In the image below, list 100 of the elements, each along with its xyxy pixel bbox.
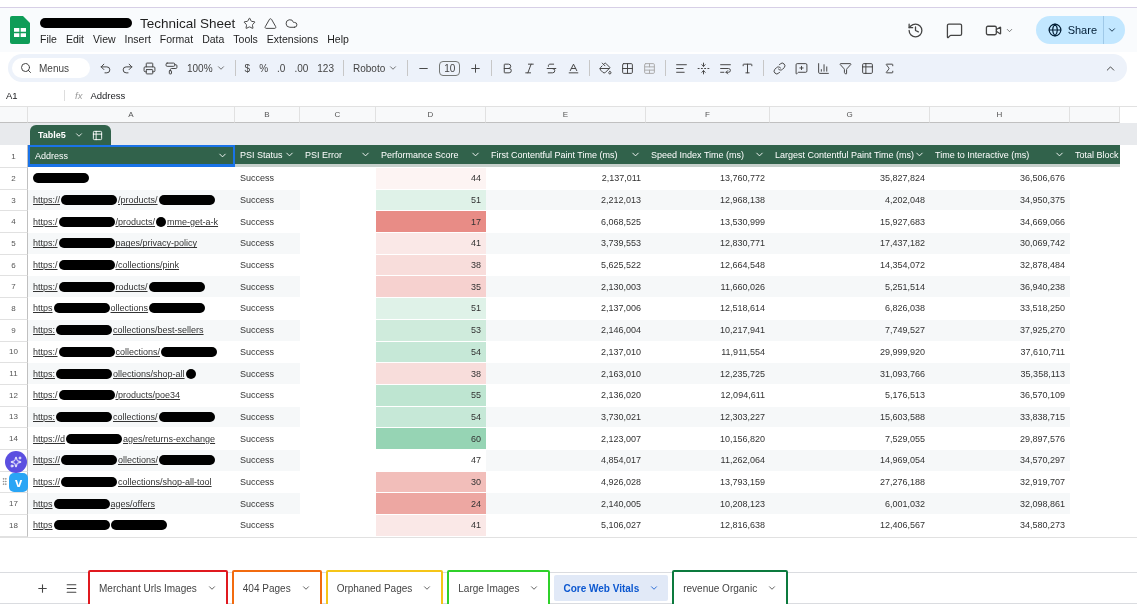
vertical-align-icon[interactable] xyxy=(697,61,711,75)
zoom-select[interactable]: 100% xyxy=(187,62,213,74)
url-text[interactable]: https:// xyxy=(33,195,60,206)
column-letter[interactable]: E xyxy=(486,107,646,123)
history-icon[interactable] xyxy=(906,21,924,39)
column-header[interactable]: Time to Interactive (ms) xyxy=(930,145,1070,167)
url-text[interactable]: mme-get-a-k xyxy=(167,216,219,227)
text-color-icon[interactable] xyxy=(567,61,581,75)
column-letter[interactable]: H xyxy=(930,107,1070,123)
row-number[interactable]: 11 xyxy=(9,369,18,379)
address-cell[interactable]: https ages/offers xyxy=(28,493,235,514)
menu-search-field[interactable]: Menus xyxy=(12,58,90,78)
url-text[interactable]: /products/poe34 xyxy=(115,390,181,401)
caret-icon[interactable] xyxy=(1004,26,1014,35)
row-number[interactable]: 13 xyxy=(9,412,18,422)
address-cell[interactable]: https:// /products/ xyxy=(28,189,235,211)
url-text[interactable]: https:/ xyxy=(33,390,58,401)
sheet-tab[interactable]: revenue Organic xyxy=(672,570,789,604)
table-view-icon[interactable] xyxy=(861,61,875,75)
table-icon[interactable] xyxy=(91,129,103,141)
url-text[interactable]: https:/ xyxy=(33,346,58,357)
menu-item[interactable]: Data xyxy=(202,32,225,45)
url-text[interactable]: ollections/shop-all xyxy=(113,368,185,379)
caret-icon[interactable] xyxy=(215,63,226,73)
decrease-decimals[interactable]: .0 xyxy=(277,62,286,74)
menu-item[interactable]: Format xyxy=(159,32,194,45)
column-header[interactable]: First Contentful Paint Time (ms) xyxy=(486,145,646,167)
url-text[interactable]: https:// xyxy=(33,476,60,487)
sheet-tab[interactable]: 404 Pages xyxy=(231,570,322,604)
url-text[interactable]: https: xyxy=(33,325,55,336)
paint-format-icon[interactable] xyxy=(165,61,178,75)
font-select[interactable]: Roboto xyxy=(353,62,386,74)
row-number[interactable]: 2 xyxy=(11,173,16,183)
column-header[interactable]: Performance Score xyxy=(376,145,486,167)
url-text[interactable]: https: xyxy=(33,368,55,379)
column-header[interactable]: PSI Error xyxy=(300,145,376,167)
caret-icon[interactable] xyxy=(422,583,433,593)
row-number[interactable]: 5 xyxy=(11,238,16,248)
percent-format[interactable]: % xyxy=(259,62,269,74)
url-text[interactable]: https:/ xyxy=(33,281,58,292)
column-letter-cell[interactable] xyxy=(1070,107,1120,123)
url-text[interactable]: pages/privacy-policy xyxy=(115,238,198,249)
row-number[interactable]: 12 xyxy=(9,390,18,400)
sheet-tab[interactable]: Core Web Vitals xyxy=(554,575,669,601)
url-text[interactable]: /products/ xyxy=(115,216,156,227)
column-letter[interactable]: D xyxy=(376,107,486,123)
row-number[interactable]: 14 xyxy=(9,434,18,444)
url-text[interactable]: ollections xyxy=(110,303,149,314)
caret-icon[interactable] xyxy=(649,583,660,593)
url-text[interactable]: collections/ xyxy=(115,346,161,357)
url-text[interactable]: https: xyxy=(33,411,55,422)
address-cell[interactable]: https:/ pages/privacy-policy xyxy=(28,233,235,254)
url-text[interactable]: https:/ xyxy=(33,216,58,227)
sheet-tab[interactable]: Large Images xyxy=(447,570,551,604)
row-number[interactable]: 17 xyxy=(9,499,18,509)
table-name-tab[interactable]: Table5 xyxy=(30,125,111,145)
sheet-tab[interactable]: Merchant Urls Images xyxy=(88,570,228,604)
column-header[interactable]: Speed Index Time (ms) xyxy=(646,145,770,167)
column-header[interactable]: Total Block xyxy=(1070,145,1120,167)
address-cell[interactable]: https: collections/best-sellers xyxy=(28,319,235,341)
star-icon[interactable] xyxy=(243,16,257,30)
caret-icon[interactable] xyxy=(73,130,84,140)
caret-icon[interactable] xyxy=(529,583,540,593)
fill-color-icon[interactable] xyxy=(599,61,613,75)
address-cell[interactable]: https: collections/ xyxy=(28,406,235,428)
caret-icon[interactable] xyxy=(767,583,778,593)
bold-icon[interactable] xyxy=(501,61,515,75)
menu-item[interactable]: Extensions xyxy=(266,32,319,45)
number-format[interactable]: 123 xyxy=(317,62,334,74)
menu-item[interactable]: Tools xyxy=(233,32,258,45)
caret-icon[interactable] xyxy=(1107,25,1117,35)
url-text[interactable]: collections/shop-all-tool xyxy=(118,476,212,487)
url-text[interactable]: collections/best-sellers xyxy=(113,325,204,336)
chart-icon[interactable] xyxy=(817,61,831,75)
row-number[interactable]: 18 xyxy=(9,520,18,530)
filter-icon[interactable] xyxy=(839,61,853,75)
column-letter[interactable]: F xyxy=(646,107,770,123)
column-header[interactable]: Largest Contentful Paint Time (ms) xyxy=(770,145,930,167)
rotate-text-icon[interactable] xyxy=(741,61,755,75)
menu-item[interactable]: View xyxy=(93,32,116,45)
url-text[interactable]: https://d xyxy=(33,433,66,444)
redo-icon[interactable] xyxy=(121,61,134,75)
url-text[interactable]: ollections/ xyxy=(118,455,159,466)
cloud-icon[interactable] xyxy=(285,16,299,30)
column-header[interactable]: PSI Status xyxy=(235,145,300,167)
currency-format[interactable]: $ xyxy=(244,62,251,74)
strikethrough-icon[interactable] xyxy=(545,61,559,75)
url-text[interactable]: https xyxy=(33,498,53,509)
sheet-tab[interactable]: Orphaned Pages xyxy=(325,570,444,604)
column-letter[interactable]: B xyxy=(235,107,300,123)
url-text[interactable]: collections/ xyxy=(113,411,158,422)
menu-item[interactable]: Insert xyxy=(124,32,151,45)
row-number[interactable]: 9 xyxy=(11,325,16,335)
url-text[interactable]: https:/ xyxy=(33,238,58,249)
url-text[interactable]: ages/returns-exchange xyxy=(123,433,216,444)
share-button[interactable]: Share xyxy=(1035,16,1125,44)
menu-item[interactable]: File xyxy=(40,32,57,45)
row-number[interactable]: 10 xyxy=(9,347,18,357)
increase-decimals[interactable]: .00 xyxy=(294,62,309,74)
column-header[interactable]: Address xyxy=(28,145,235,167)
